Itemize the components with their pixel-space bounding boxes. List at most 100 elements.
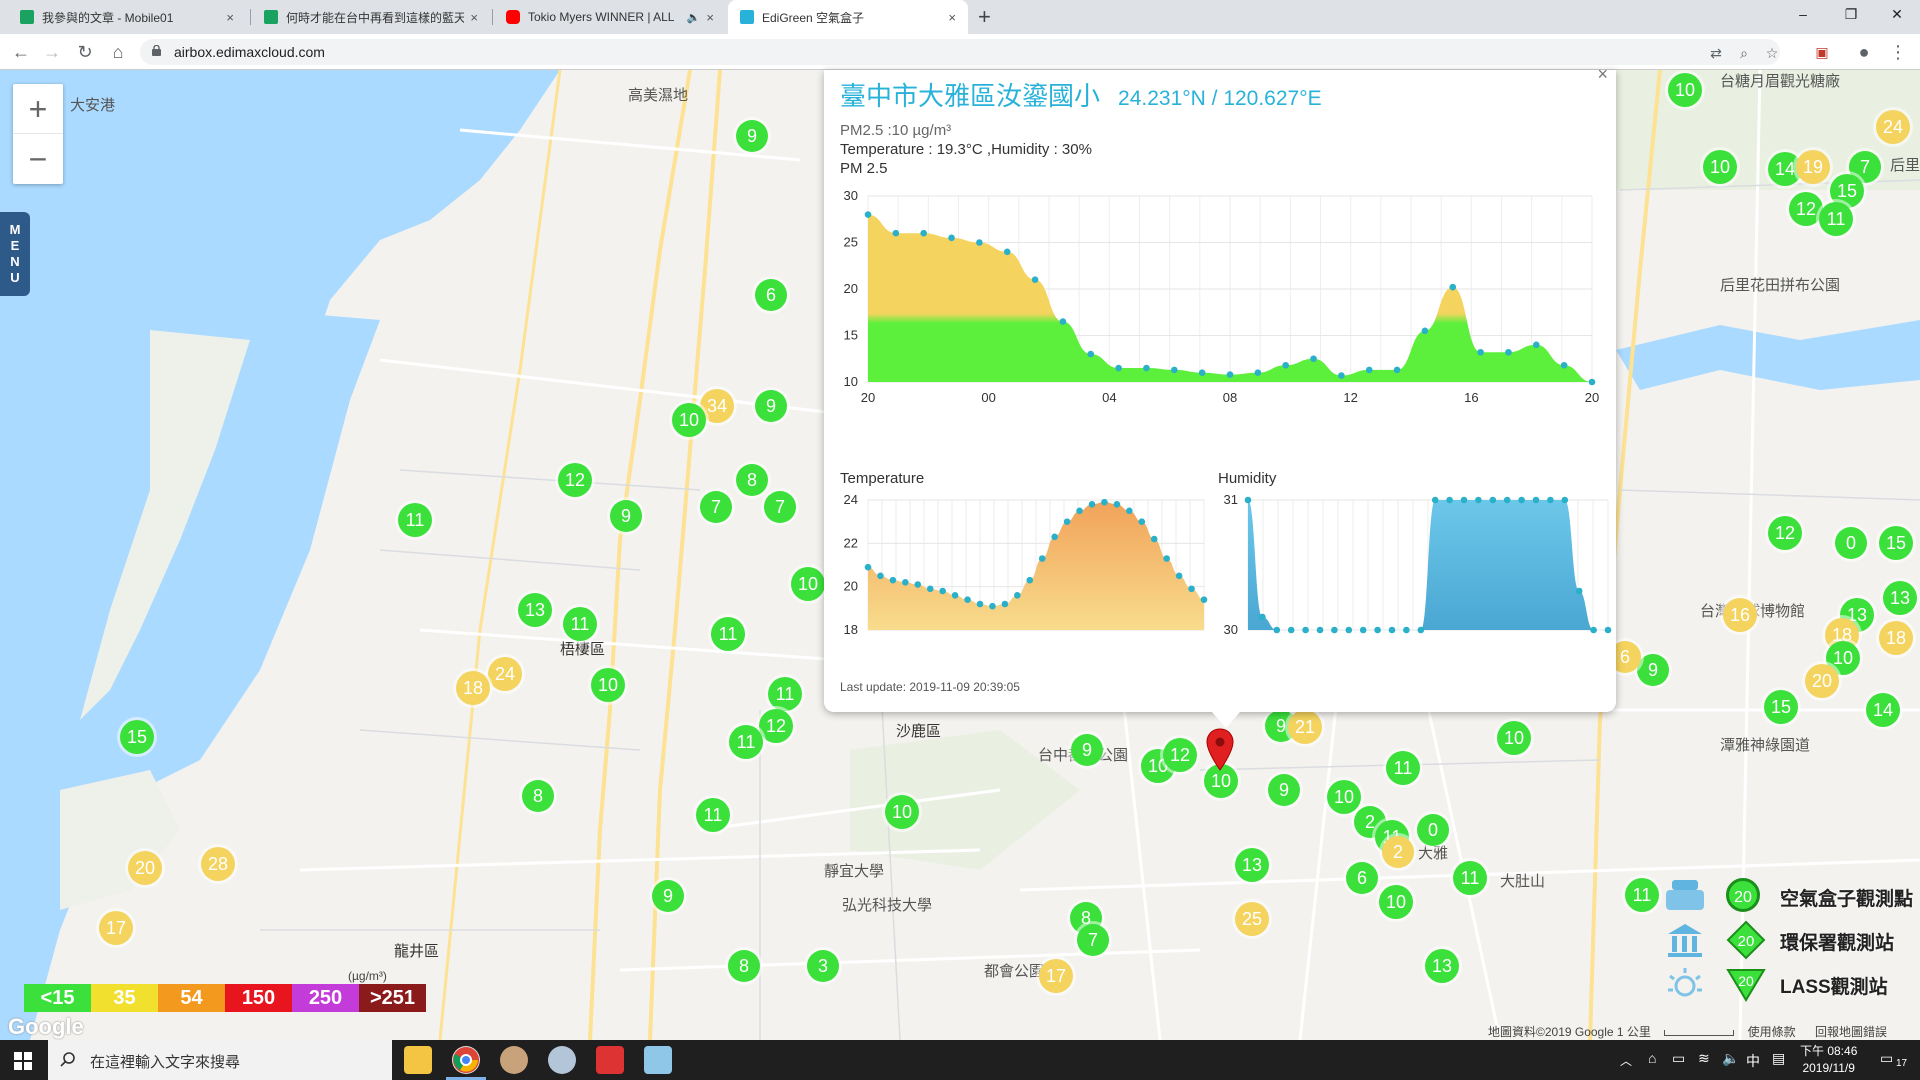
tab-close-icon[interactable]: × bbox=[948, 10, 956, 25]
file-explorer-icon[interactable] bbox=[404, 1046, 432, 1074]
sensor-marker[interactable]: 10 bbox=[591, 668, 625, 702]
sensor-marker[interactable]: 24 bbox=[488, 657, 522, 691]
ime-indicator[interactable]: 中 bbox=[1746, 1051, 1760, 1080]
tray-network-icon[interactable]: ⌂ bbox=[1648, 1050, 1656, 1080]
close-window-button[interactable]: ✕ bbox=[1874, 0, 1920, 30]
sensor-marker[interactable]: 28 bbox=[201, 847, 235, 881]
sensor-marker[interactable]: 15 bbox=[1764, 690, 1798, 724]
sensor-marker[interactable]: 10 bbox=[1668, 73, 1702, 107]
reload-icon[interactable]: ↻ bbox=[73, 40, 97, 64]
sensor-marker[interactable]: 11 bbox=[398, 503, 432, 537]
sensor-marker[interactable]: 10 bbox=[791, 567, 825, 601]
sensor-marker[interactable]: 0 bbox=[1835, 527, 1867, 559]
new-tab-button[interactable]: + bbox=[978, 4, 991, 30]
sensor-marker[interactable]: 9 bbox=[610, 500, 642, 532]
tab-close-icon[interactable]: × bbox=[706, 10, 714, 25]
app-icon-cat[interactable] bbox=[500, 1046, 528, 1074]
sensor-marker[interactable]: 9 bbox=[652, 880, 684, 912]
sensor-marker[interactable]: 6 bbox=[755, 279, 787, 311]
sensor-marker[interactable]: 11 bbox=[1386, 751, 1420, 785]
sensor-marker[interactable]: 14 bbox=[1866, 693, 1900, 727]
tab-close-icon[interactable]: × bbox=[226, 10, 234, 25]
sensor-marker[interactable]: 9 bbox=[1637, 654, 1669, 686]
legend-lass-stations[interactable]: 20 LASS觀測站 bbox=[1660, 964, 1920, 1004]
bookmark-star-icon[interactable]: ☆ bbox=[1764, 45, 1780, 61]
sensor-marker[interactable]: 17 bbox=[99, 911, 133, 945]
sensor-marker[interactable]: 9 bbox=[736, 120, 768, 152]
sensor-marker[interactable]: 13 bbox=[1425, 949, 1459, 983]
app-icon-notepad[interactable] bbox=[644, 1046, 672, 1074]
sensor-marker[interactable]: 20 bbox=[1805, 664, 1839, 698]
sensor-marker[interactable]: 7 bbox=[700, 491, 732, 523]
sensor-marker[interactable]: 15 bbox=[120, 720, 154, 754]
tab-edigreen-airbox[interactable]: EdiGreen 空氣盒子 × bbox=[728, 0, 968, 34]
sensor-marker[interactable]: 13 bbox=[518, 593, 552, 627]
sensor-marker[interactable]: 11 bbox=[729, 725, 763, 759]
address-bar[interactable]: airbox.edimaxcloud.com ⇄ ⌕ ☆ bbox=[140, 39, 1780, 65]
sensor-marker[interactable]: 3 bbox=[807, 950, 839, 982]
sensor-marker[interactable]: 7 bbox=[764, 491, 796, 523]
taskbar-search-box[interactable]: 在這裡輸入文字來搜尋 bbox=[48, 1040, 392, 1080]
sensor-marker[interactable]: 9 bbox=[1071, 734, 1103, 766]
sensor-marker[interactable]: 25 bbox=[1235, 902, 1269, 936]
sensor-marker[interactable]: 20 bbox=[128, 851, 162, 885]
sensor-marker[interactable]: 10 bbox=[1327, 780, 1361, 814]
tab-blue-sky-article[interactable]: 何時才能在台中再看到這樣的藍天 × bbox=[252, 0, 490, 34]
sensor-marker[interactable]: 11 bbox=[768, 677, 802, 711]
browser-menu-icon[interactable]: ⋮ bbox=[1886, 40, 1910, 64]
zoom-in-button[interactable]: + bbox=[13, 84, 63, 134]
legend-airbox-stations[interactable]: 20 空氣盒子觀測點 bbox=[1660, 876, 1920, 916]
sensor-marker[interactable]: 10 bbox=[1497, 721, 1531, 755]
app-icon-airplane[interactable] bbox=[548, 1046, 576, 1074]
sensor-marker[interactable]: 13 bbox=[1883, 581, 1917, 615]
back-arrow-icon[interactable]: ← bbox=[9, 40, 33, 64]
tray-battery-icon[interactable]: ▭ bbox=[1672, 1050, 1685, 1080]
tab-youtube-tokio-myers[interactable]: Tokio Myers WINNER | ALL 🔈 × bbox=[494, 0, 726, 34]
profile-avatar-icon[interactable]: ● bbox=[1852, 40, 1876, 64]
sensor-marker[interactable]: 12 bbox=[759, 709, 793, 743]
tab-close-icon[interactable]: × bbox=[470, 10, 478, 25]
sensor-marker[interactable]: 18 bbox=[1879, 621, 1913, 655]
sensor-marker[interactable]: 11 bbox=[1819, 202, 1853, 236]
menu-button[interactable]: M E N U bbox=[0, 212, 30, 296]
sensor-marker[interactable]: 11 bbox=[1453, 861, 1487, 895]
sensor-marker[interactable]: 10 bbox=[672, 403, 706, 437]
forward-arrow-icon[interactable]: → bbox=[40, 40, 64, 64]
sensor-marker[interactable]: 0 bbox=[1417, 814, 1449, 846]
tray-keyboard-icon[interactable]: ▤ bbox=[1772, 1050, 1785, 1080]
sensor-marker[interactable]: 13 bbox=[1235, 848, 1269, 882]
restore-button[interactable]: ❐ bbox=[1828, 0, 1874, 30]
sensor-marker[interactable]: 6 bbox=[1346, 862, 1378, 894]
sensor-marker[interactable]: 11 bbox=[696, 798, 730, 832]
legend-epa-stations[interactable]: 20 環保署觀測站 bbox=[1660, 920, 1920, 960]
sensor-marker[interactable]: 12 bbox=[558, 463, 592, 497]
sensor-marker[interactable]: 2 bbox=[1382, 836, 1414, 868]
tab-audio-icon[interactable]: 🔈 bbox=[687, 11, 701, 24]
zoom-icon[interactable]: ⌕ bbox=[1736, 45, 1752, 61]
sensor-marker[interactable]: 9 bbox=[755, 390, 787, 422]
sensor-marker[interactable]: 8 bbox=[728, 950, 760, 982]
app-icon-red[interactable] bbox=[596, 1046, 624, 1074]
terms-link[interactable]: 使用條款 bbox=[1748, 1025, 1796, 1039]
sensor-marker[interactable]: 8 bbox=[736, 464, 768, 496]
sensor-marker[interactable]: 15 bbox=[1879, 526, 1913, 560]
translate-icon[interactable]: ⇄ bbox=[1708, 45, 1724, 61]
sensor-marker[interactable]: 19 bbox=[1796, 150, 1830, 184]
action-center-icon[interactable]: ▭ bbox=[1880, 1050, 1893, 1080]
sensor-marker[interactable]: 7 bbox=[1077, 924, 1109, 956]
sensor-marker[interactable]: 10 bbox=[885, 795, 919, 829]
tray-volume-icon[interactable]: 🔈 bbox=[1722, 1050, 1739, 1080]
sensor-marker[interactable]: 10 bbox=[1379, 885, 1413, 919]
report-error-link[interactable]: 回報地圖錯誤 bbox=[1815, 1025, 1887, 1039]
minimize-button[interactable]: – bbox=[1780, 0, 1826, 30]
sensor-marker[interactable]: 24 bbox=[1876, 110, 1910, 144]
selected-station-pin-icon[interactable] bbox=[1205, 728, 1235, 772]
sensor-marker[interactable]: 11 bbox=[1625, 878, 1659, 912]
sensor-marker[interactable]: 12 bbox=[1768, 516, 1802, 550]
sensor-marker[interactable]: 12 bbox=[1789, 192, 1823, 226]
sensor-marker[interactable]: 8 bbox=[522, 780, 554, 812]
home-icon[interactable]: ⌂ bbox=[106, 40, 130, 64]
taskbar-clock[interactable]: 下午 08:46 2019/11/9 bbox=[1800, 1043, 1857, 1077]
chrome-icon[interactable] bbox=[452, 1046, 480, 1074]
tab-mobile01-articles[interactable]: 我參與的文章 - Mobile01 × bbox=[8, 0, 246, 34]
